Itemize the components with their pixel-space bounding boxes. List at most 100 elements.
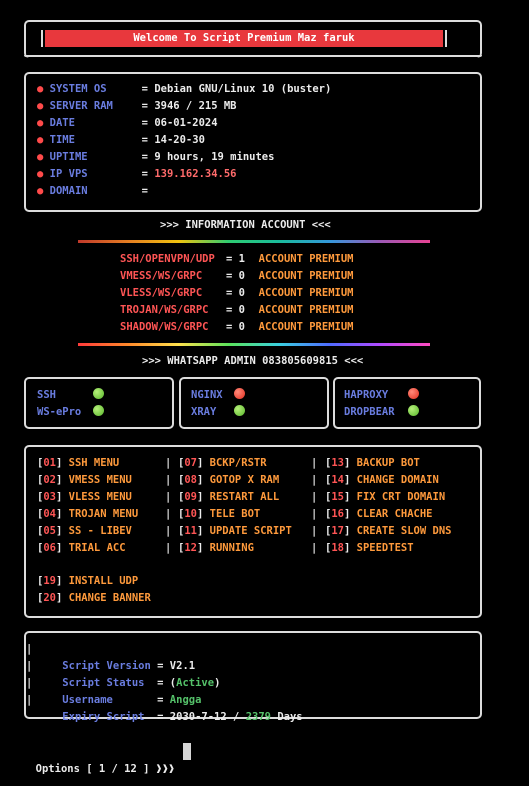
account-row: VMESS/WS/GRPC = 0 ACCOUNT PREMIUM <box>120 268 353 285</box>
menu-item-label: SSH MENU <box>68 457 120 469</box>
menu-item-07[interactable]: [07] BCKP/RSTR <box>178 455 267 472</box>
menu-column-separator: | <box>165 508 172 520</box>
system-info-value: 06-01-2024 <box>154 117 218 129</box>
menu-item-01[interactable]: [01] SSH MENU <box>37 455 119 472</box>
menu-item-06[interactable]: [06] TRIAL ACC <box>37 540 126 557</box>
account-label: ACCOUNT PREMIUM <box>258 321 354 333</box>
menu-bracket-close: ] <box>343 457 351 469</box>
service-name: XRAY <box>191 406 217 418</box>
expiry-days: 2379 <box>245 711 271 723</box>
system-info-key: IP VPS <box>49 168 88 180</box>
service-name: WS-ePro <box>37 406 82 418</box>
system-info-key: DATE <box>49 117 75 129</box>
bullet-icon: ● <box>37 134 44 146</box>
welcome-banner-text: Welcome To Script Premium Maz faruk <box>133 32 355 44</box>
menu-bracket-close: ] <box>196 525 204 537</box>
menu-item-08[interactable]: [08] GOTOP X RAM <box>178 472 279 489</box>
account-protocol: TROJAN/WS/GRPC <box>120 304 209 316</box>
service-item: XRAY <box>191 404 245 421</box>
bullet-icon: ● <box>37 168 44 180</box>
menu-column-separator: | <box>165 542 172 554</box>
bullet-icon: ● <box>37 185 44 197</box>
system-info-value: Debian GNU/Linux 10 (buster) <box>154 83 332 95</box>
menu-bracket-close: ] <box>55 592 63 604</box>
account-label: ACCOUNT PREMIUM <box>258 304 354 316</box>
menu-item-05[interactable]: [05] SS - LIBEV <box>37 523 132 540</box>
account-eq: = <box>226 270 233 282</box>
menu-item-16[interactable]: [16] CLEAR CHACHE <box>325 506 433 523</box>
menu-item-03[interactable]: [03] VLESS MENU <box>37 489 132 506</box>
status-green-dot-icon <box>408 405 419 416</box>
menu-item-02[interactable]: [02] VMESS MENU <box>37 472 132 489</box>
menu-item-10[interactable]: [10] TELE BOT <box>178 506 260 523</box>
menu-item-number: 20 <box>43 592 56 604</box>
account-label: ACCOUNT PREMIUM <box>258 253 354 265</box>
menu-item-label: TRIAL ACC <box>68 542 126 554</box>
account-protocol: VMESS/WS/GRPC <box>120 270 203 282</box>
bullet-icon: ● <box>37 83 44 95</box>
menu-bracket-close: ] <box>55 508 63 520</box>
account-eq: = <box>226 304 233 316</box>
bullet-icon: ● <box>37 151 44 163</box>
status-green-dot-icon <box>93 388 104 399</box>
system-info-value: 139.162.34.56 <box>154 168 237 180</box>
menu-bracket-close: ] <box>343 542 351 554</box>
account-label: ACCOUNT PREMIUM <box>258 287 354 299</box>
bottom-gradient-line <box>78 343 430 346</box>
menu-item-14[interactable]: [14] CHANGE DOMAIN <box>325 472 439 489</box>
system-info-eq: = <box>141 151 148 163</box>
menu-item-04[interactable]: [04] TROJAN MENU <box>37 506 138 523</box>
menu-item-number: 01 <box>43 457 56 469</box>
menu-item-number: 06 <box>43 542 56 554</box>
options-prompt: Options [ 1 / 12 ] ❱❱❱ <box>23 744 175 778</box>
menu-bracket-close: ] <box>55 575 63 587</box>
menu-item-13[interactable]: [13] BACKUP BOT <box>325 455 420 472</box>
menu-item-label: BACKUP BOT <box>356 457 420 469</box>
menu-item-label: BCKP/RSTR <box>209 457 267 469</box>
menu-item-15[interactable]: [15] FIX CRT DOMAIN <box>325 489 445 506</box>
banner-left-bar <box>41 30 43 47</box>
menu-column-separator: | <box>311 525 318 537</box>
expiry-key: Expiry Script <box>62 711 145 723</box>
status-green-dot-icon <box>234 405 245 416</box>
system-info-row: ● TIME = 14-20-30 <box>37 132 205 149</box>
system-info-key: DOMAIN <box>49 185 88 197</box>
menu-bracket-close: ] <box>55 474 63 486</box>
menu-item-09[interactable]: [09] RESTART ALL <box>178 489 279 506</box>
banner-right-bar <box>445 30 447 47</box>
script-info-bar: | <box>26 677 33 689</box>
menu-bracket-close: ] <box>196 491 204 503</box>
expiry-unit: Days <box>277 711 303 723</box>
menu-item-17[interactable]: [17] CREATE SLOW DNS <box>325 523 451 540</box>
menu-bracket-close: ] <box>55 525 63 537</box>
service-name: NGINX <box>191 389 223 401</box>
service-item: HAPROXY <box>344 387 419 404</box>
menu-item-label: VMESS MENU <box>68 474 132 486</box>
account-label: ACCOUNT PREMIUM <box>258 270 354 282</box>
menu-column-separator: | <box>311 508 318 520</box>
status-green-dot-icon <box>93 405 104 416</box>
status-red-dot-icon <box>408 388 419 399</box>
menu-item-label: RESTART ALL <box>209 491 280 503</box>
bullet-icon: ● <box>37 100 44 112</box>
menu-item-label: CHANGE BANNER <box>68 592 151 604</box>
menu-item-12[interactable]: [12] RUNNING <box>178 540 254 557</box>
account-row: VLESS/WS/GRPC = 0 ACCOUNT PREMIUM <box>120 285 353 302</box>
system-info-value: 3946 / 215 MB <box>154 100 237 112</box>
menu-item-20[interactable]: [20] CHANGE BANNER <box>37 590 151 607</box>
terminal-cursor[interactable] <box>183 743 191 760</box>
menu-item-label: SS - LIBEV <box>68 525 132 537</box>
menu-item-number: 08 <box>184 474 197 486</box>
menu-item-11[interactable]: [11] UPDATE SCRIPT <box>178 523 292 540</box>
menu-column-separator: | <box>311 474 318 486</box>
account-eq: = <box>226 321 233 333</box>
menu-item-number: 13 <box>331 457 344 469</box>
system-info-key: TIME <box>49 134 75 146</box>
menu-item-18[interactable]: [18] SPEEDTEST <box>325 540 414 557</box>
menu-item-19[interactable]: [19] INSTALL UDP <box>37 573 138 590</box>
account-row: SSH/OPENVPN/UDP = 1 ACCOUNT PREMIUM <box>120 251 353 268</box>
menu-item-number: 15 <box>331 491 344 503</box>
menu-item-label: UPDATE SCRIPT <box>209 525 292 537</box>
script-info-bar: | <box>26 643 33 655</box>
system-info-row: ● IP VPS = 139.162.34.56 <box>37 166 237 183</box>
